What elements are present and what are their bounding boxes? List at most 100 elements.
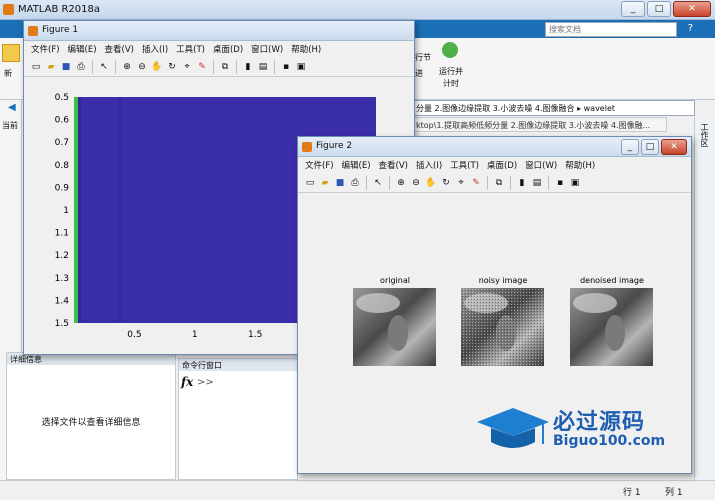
datacursor-icon[interactable]: ⌖ <box>181 61 193 73</box>
colorbar-icon[interactable]: ▮ <box>516 177 528 189</box>
brush-icon[interactable]: ✎ <box>196 61 208 73</box>
menu-insert[interactable]: 插入(I) <box>413 157 445 173</box>
rotate-icon[interactable]: ↻ <box>440 177 452 189</box>
save-icon[interactable]: ■ <box>60 61 72 73</box>
menu-tools[interactable]: 工具(T) <box>447 157 482 173</box>
toolbar-separator <box>548 175 549 190</box>
figure-2-menubar: 文件(F) 编辑(E) 查看(V) 插入(I) 工具(T) 桌面(D) 窗口(W… <box>298 157 691 173</box>
new-script-icon[interactable] <box>2 44 20 62</box>
zoom-in-icon[interactable]: ⊕ <box>121 61 133 73</box>
main-window-title: MATLAB R2018a <box>18 4 101 15</box>
menu-view[interactable]: 查看(V) <box>102 41 137 57</box>
figure-2-toolbar: ▭ ▰ ■ ⎙ ↖ ⊕ ⊖ ✋ ↻ ⌖ ✎ ⧉ ▮ ▤ ▪ ▣ <box>298 173 691 193</box>
menu-help[interactable]: 帮助(H) <box>562 157 598 173</box>
heatmap-green-edge <box>74 97 78 323</box>
zoom-out-icon[interactable]: ⊖ <box>136 61 148 73</box>
maximize-button[interactable]: □ <box>647 1 671 17</box>
colorbar-icon[interactable]: ▮ <box>242 61 254 73</box>
open-icon[interactable]: ▰ <box>45 61 57 73</box>
subplot-title-original: original <box>380 276 410 285</box>
y-tick-label: 0.5 <box>55 93 69 103</box>
menu-window[interactable]: 窗口(W) <box>248 41 286 57</box>
workspace-collapsed-panel[interactable]: 工作区 <box>694 117 715 480</box>
menu-window[interactable]: 窗口(W) <box>522 157 560 173</box>
y-tick-label: 1.3 <box>55 274 69 284</box>
x-tick-label: 0.5 <box>127 330 141 340</box>
show-plot-icon[interactable]: ▣ <box>295 61 307 73</box>
command-window[interactable]: 命令行窗口 fx >> <box>178 358 298 480</box>
watermark-logo: 必过源码 Biguo100.com <box>473 400 673 460</box>
current-folder-address-bar[interactable]: 分量 2.图像边缘提取 3.小波去噪 4.图像融合 ▸ wavelet <box>412 100 695 116</box>
heatmap-stripe <box>78 97 81 323</box>
new-label: 新 <box>4 69 12 78</box>
back-arrow-icon[interactable]: ◀ <box>8 102 16 113</box>
maximize-button[interactable]: □ <box>641 139 659 155</box>
menu-view[interactable]: 查看(V) <box>376 157 411 173</box>
new-icon[interactable]: ▭ <box>30 61 42 73</box>
save-icon[interactable]: ■ <box>334 177 346 189</box>
main-title-bar[interactable]: MATLAB R2018a _ □ ✕ <box>0 0 715 20</box>
print-icon[interactable]: ⎙ <box>349 177 361 189</box>
menu-tools[interactable]: 工具(T) <box>173 41 208 57</box>
figure-2-caption-buttons: _ □ ✕ <box>621 139 687 155</box>
zoom-in-icon[interactable]: ⊕ <box>395 177 407 189</box>
link-icon[interactable]: ⧉ <box>219 61 231 73</box>
y-tick-label: 1 <box>63 206 69 216</box>
original-image[interactable] <box>353 288 436 366</box>
toolbar-separator <box>115 59 116 74</box>
noisy-image[interactable] <box>461 288 544 366</box>
pan-icon[interactable]: ✋ <box>151 61 163 73</box>
menu-desktop[interactable]: 桌面(D) <box>210 41 246 57</box>
run-and-time-label[interactable]: 运行并 <box>436 66 466 77</box>
datacursor-icon[interactable]: ⌖ <box>455 177 467 189</box>
run-and-time-label-2[interactable]: 计时 <box>436 78 466 89</box>
run-section-label: 行节 <box>415 53 431 62</box>
figure-1-menubar: 文件(F) 编辑(E) 查看(V) 插入(I) 工具(T) 桌面(D) 窗口(W… <box>24 41 414 57</box>
hide-plot-icon[interactable]: ▪ <box>280 61 292 73</box>
figure-icon <box>302 142 312 152</box>
hide-plot-icon[interactable]: ▪ <box>554 177 566 189</box>
fx-icon[interactable]: fx <box>181 375 193 389</box>
minimize-button[interactable]: _ <box>621 1 645 17</box>
y-tick-label: 0.9 <box>55 183 70 193</box>
figure-1-toolbar: ▭ ▰ ■ ⎙ ↖ ⊕ ⊖ ✋ ↻ ⌖ ✎ ⧉ ▮ ▤ ▪ ▣ <box>24 57 414 77</box>
print-icon[interactable]: ⎙ <box>75 61 87 73</box>
open-icon[interactable]: ▰ <box>319 177 331 189</box>
watermark-url: Biguo100.com <box>553 433 666 449</box>
menu-insert[interactable]: 插入(I) <box>139 41 171 57</box>
figure-1-title-bar[interactable]: Figure 1 <box>24 21 414 41</box>
denoised-image[interactable] <box>570 288 653 366</box>
pointer-icon[interactable]: ↖ <box>98 61 110 73</box>
legend-icon[interactable]: ▤ <box>531 177 543 189</box>
run-and-time-icon[interactable] <box>442 42 458 58</box>
menu-edit[interactable]: 编辑(E) <box>339 157 374 173</box>
minimize-button[interactable]: _ <box>621 139 639 155</box>
menu-desktop[interactable]: 桌面(D) <box>484 157 520 173</box>
toolbar-separator <box>510 175 511 190</box>
figure-2-title-bar[interactable]: Figure 2 _ □ ✕ <box>298 137 691 157</box>
link-icon[interactable]: ⧉ <box>493 177 505 189</box>
close-button[interactable]: ✕ <box>661 139 687 155</box>
col-indicator: 列 1 <box>665 488 683 498</box>
current-folder-path[interactable]: ktop\1.提取高频低频分量 2.图像边缘提取 3.小波去噪 4.图像融... <box>412 117 667 132</box>
new-icon[interactable]: ▭ <box>304 177 316 189</box>
rotate-icon[interactable]: ↻ <box>166 61 178 73</box>
pan-icon[interactable]: ✋ <box>425 177 437 189</box>
close-button[interactable]: ✕ <box>673 1 711 17</box>
menu-edit[interactable]: 编辑(E) <box>65 41 100 57</box>
menu-help[interactable]: 帮助(H) <box>288 41 324 57</box>
menu-file[interactable]: 文件(F) <box>28 41 63 57</box>
y-tick-label: 1.1 <box>55 229 69 239</box>
menu-file[interactable]: 文件(F) <box>302 157 337 173</box>
command-window-header[interactable]: 命令行窗口 <box>179 359 297 371</box>
brush-icon[interactable]: ✎ <box>470 177 482 189</box>
search-documentation-input[interactable]: 搜索文档 <box>545 22 677 37</box>
toolbar-separator <box>366 175 367 190</box>
y-tick-label: 0.8 <box>55 161 70 171</box>
y-tick-label: 0.6 <box>55 116 70 126</box>
show-plot-icon[interactable]: ▣ <box>569 177 581 189</box>
pointer-icon[interactable]: ↖ <box>372 177 384 189</box>
help-icon[interactable]: ? <box>688 23 693 34</box>
legend-icon[interactable]: ▤ <box>257 61 269 73</box>
zoom-out-icon[interactable]: ⊖ <box>410 177 422 189</box>
